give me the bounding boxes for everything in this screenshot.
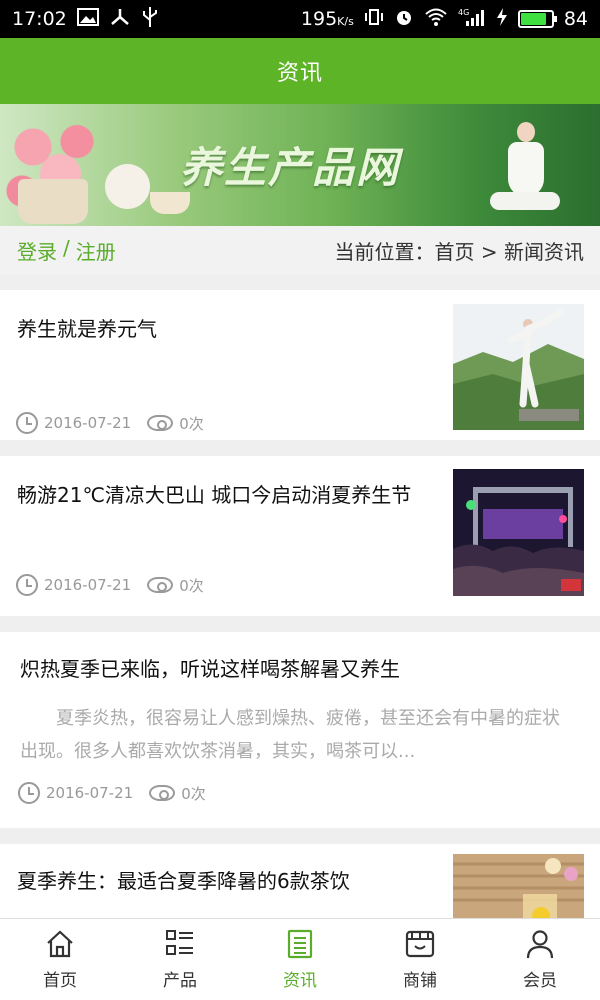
article-thumbnail[interactable]	[453, 469, 584, 596]
tab-label: 商铺	[403, 971, 437, 991]
article-list[interactable]: 养生就是养元气 2016-07-21 0次 畅游21℃清凉大巴山 城口今启动消夏…	[0, 274, 600, 918]
teacup-decoration	[150, 192, 190, 214]
article-card[interactable]: 炽热夏季已来临，听说这样喝茶解暑又养生 夏季炎热，很容易让人感到燥热、疲倦，甚至…	[0, 632, 600, 828]
article-thumbnail[interactable]	[453, 854, 584, 918]
register-link[interactable]: 注册	[76, 236, 116, 265]
wifi-icon	[424, 7, 448, 32]
article-views: 0次	[179, 576, 204, 595]
article-views: 0次	[181, 784, 206, 803]
eye-icon	[147, 577, 174, 593]
charging-icon	[496, 7, 508, 32]
tab-shops[interactable]: 商铺	[360, 919, 480, 1000]
tab-news[interactable]: 资讯	[240, 919, 360, 1000]
tab-label: 会员	[523, 971, 557, 991]
clock-icon	[16, 412, 38, 434]
article-meta: 2016-07-21 0次	[16, 574, 204, 596]
home-icon	[47, 930, 73, 958]
article-title[interactable]: 夏季养生：最适合夏季降暑的6款茶饮	[17, 866, 427, 896]
bottom-tab-bar: 首页 产品 资讯 商铺 会员	[0, 918, 600, 1000]
article-card[interactable]: 养生就是养元气 2016-07-21 0次	[0, 290, 600, 440]
banner-image: 养生产品网	[0, 104, 600, 226]
article-card[interactable]: 畅游21℃清凉大巴山 城口今启动消夏养生节 2016-07-21 0次	[0, 456, 600, 616]
eye-icon	[147, 415, 174, 431]
alarm-icon	[394, 7, 414, 32]
article-date: 2016-07-21	[46, 784, 134, 802]
article-title[interactable]: 养生就是养元气	[17, 314, 417, 344]
tab-products[interactable]: 产品	[120, 919, 240, 1000]
auth-links: 登录 / 注册	[17, 236, 116, 265]
auth-separator: /	[63, 235, 70, 260]
clock-icon	[16, 574, 38, 596]
status-left: 17:02	[12, 6, 159, 33]
meditation-figure	[490, 122, 560, 217]
battery-level: 84	[563, 8, 588, 30]
document-icon	[287, 929, 313, 959]
grid-list-icon	[166, 930, 193, 955]
battery-icon	[517, 10, 557, 28]
article-meta: 2016-07-21 0次	[16, 412, 204, 434]
banner-title: 养生产品网	[180, 143, 401, 192]
article-meta: 2016-07-21 0次	[18, 782, 206, 804]
login-link[interactable]: 登录	[17, 236, 57, 265]
article-title[interactable]: 畅游21℃清凉大巴山 城口今启动消夏养生节	[17, 480, 422, 510]
user-icon	[526, 930, 554, 959]
article-date: 2016-07-21	[44, 414, 132, 432]
store-icon	[405, 930, 435, 958]
status-right: 195K/s 4G 84	[301, 7, 588, 32]
tab-home[interactable]: 首页	[0, 919, 120, 1000]
svg-text:4G: 4G	[458, 8, 469, 17]
clock-icon	[18, 782, 40, 804]
share-icon	[109, 7, 131, 32]
article-title[interactable]: 炽热夏季已来临，听说这样喝茶解暑又养生	[20, 654, 580, 684]
vibrate-icon	[364, 7, 384, 32]
tab-label: 资讯	[283, 971, 317, 991]
usb-icon	[141, 6, 159, 33]
network-speed: 195K/s	[300, 8, 354, 30]
article-thumbnail[interactable]	[453, 304, 584, 430]
article-date: 2016-07-21	[44, 576, 132, 594]
article-card[interactable]: 夏季养生：最适合夏季降暑的6款茶饮	[0, 844, 600, 918]
signal-icon: 4G	[458, 7, 486, 32]
status-bar: 17:02 195K/s 4G 84	[0, 0, 600, 38]
page-header: 资讯	[0, 38, 600, 104]
breadcrumb: 当前位置：首页 > 新闻资讯	[334, 239, 584, 264]
eye-icon	[149, 785, 176, 801]
vase-decoration	[18, 179, 88, 224]
image-icon	[76, 7, 99, 31]
tab-label: 产品	[163, 971, 197, 991]
tab-label: 首页	[43, 971, 77, 991]
article-views: 0次	[179, 414, 204, 433]
teapot-decoration	[105, 164, 150, 209]
tab-member[interactable]: 会员	[480, 919, 600, 1000]
page-title: 资讯	[276, 61, 323, 86]
article-summary: 夏季炎热，很容易让人感到燥热、疲倦，甚至还会有中暑的症状出现。很多人都喜欢饮茶消…	[20, 708, 560, 762]
status-time: 17:02	[12, 8, 67, 30]
breadcrumb-bar: 登录 / 注册 当前位置：首页 > 新闻资讯	[0, 226, 600, 274]
